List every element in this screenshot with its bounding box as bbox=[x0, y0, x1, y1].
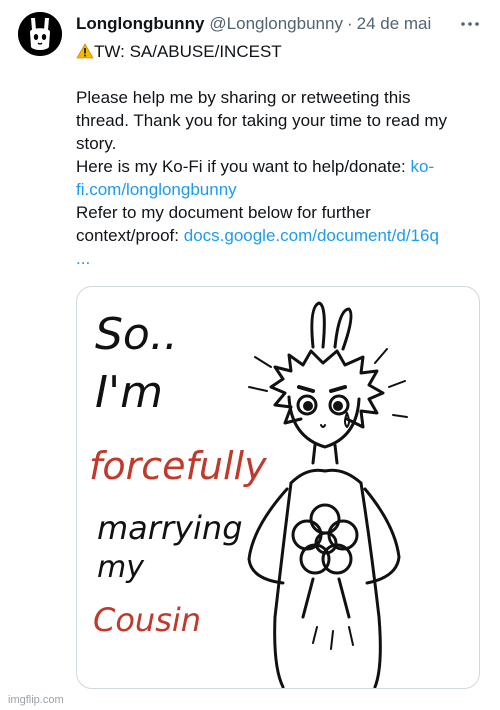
bunny-logo-icon bbox=[18, 12, 62, 56]
tweet-date[interactable]: 24 de mai bbox=[357, 14, 432, 34]
body-line-3: story. bbox=[76, 134, 117, 153]
body-line-4: Here is my Ko-Fi if you want to help/don… bbox=[76, 155, 486, 178]
watermark: imgflip.com bbox=[8, 694, 64, 706]
share-icon[interactable] bbox=[460, 700, 480, 710]
warning-icon bbox=[76, 43, 94, 59]
reply-icon[interactable] bbox=[76, 700, 96, 710]
display-name[interactable]: Longlongbunny bbox=[76, 14, 204, 34]
character-drawing bbox=[247, 301, 408, 688]
separator: · bbox=[346, 14, 353, 33]
tweet-body: TW: SA/ABUSE/INCEST Please help me by sh… bbox=[76, 40, 486, 270]
docs-link[interactable]: docs.google.com/document/d/16q bbox=[184, 226, 439, 245]
warning-line: TW: SA/ABUSE/INCEST bbox=[76, 40, 486, 63]
body-line-7-text: context/proof: bbox=[76, 226, 184, 245]
action-bar bbox=[76, 700, 480, 710]
comic-illustration: So.. I'm forcefully marrying my Cousin bbox=[89, 301, 408, 688]
avatar[interactable] bbox=[18, 12, 62, 56]
body-line-6: Refer to my document below for further bbox=[76, 203, 371, 222]
docs-link-ellipsis[interactable]: ... bbox=[76, 247, 486, 270]
kofi-link-part-1[interactable]: ko- bbox=[411, 157, 435, 176]
like-icon[interactable] bbox=[268, 700, 288, 710]
comic-text-6: Cousin bbox=[93, 601, 201, 639]
body-line-2: thread. Thank you for taking your time t… bbox=[76, 111, 448, 130]
tweet: Longlongbunny @Longlongbunny · 24 de mai… bbox=[0, 0, 500, 710]
tweet-header: Longlongbunny @Longlongbunny · 24 de mai bbox=[76, 12, 480, 36]
body-line-7: context/proof: docs.google.com/document/… bbox=[76, 224, 486, 247]
retweet-icon[interactable] bbox=[172, 700, 192, 710]
comic-text-3: forcefully bbox=[89, 444, 267, 488]
views-icon[interactable] bbox=[364, 700, 384, 710]
body-line-4-text: Here is my Ko-Fi if you want to help/don… bbox=[76, 157, 411, 176]
media-image[interactable]: So.. I'm forcefully marrying my Cousin bbox=[76, 286, 480, 689]
comic-text-5: my bbox=[97, 550, 145, 585]
comic-text-4: marrying bbox=[97, 509, 243, 547]
warning-text: TW: SA/ABUSE/INCEST bbox=[94, 42, 282, 61]
body-line-1: Please help me by sharing or retweeting … bbox=[76, 88, 411, 107]
kofi-link-part-2[interactable]: fi.com/longlongbunny bbox=[76, 178, 486, 201]
more-options-icon[interactable] bbox=[460, 14, 480, 34]
comic-text-2: I'm bbox=[95, 367, 163, 418]
user-handle[interactable]: @Longlongbunny bbox=[209, 14, 343, 34]
comic-text-1: So.. bbox=[95, 309, 178, 360]
